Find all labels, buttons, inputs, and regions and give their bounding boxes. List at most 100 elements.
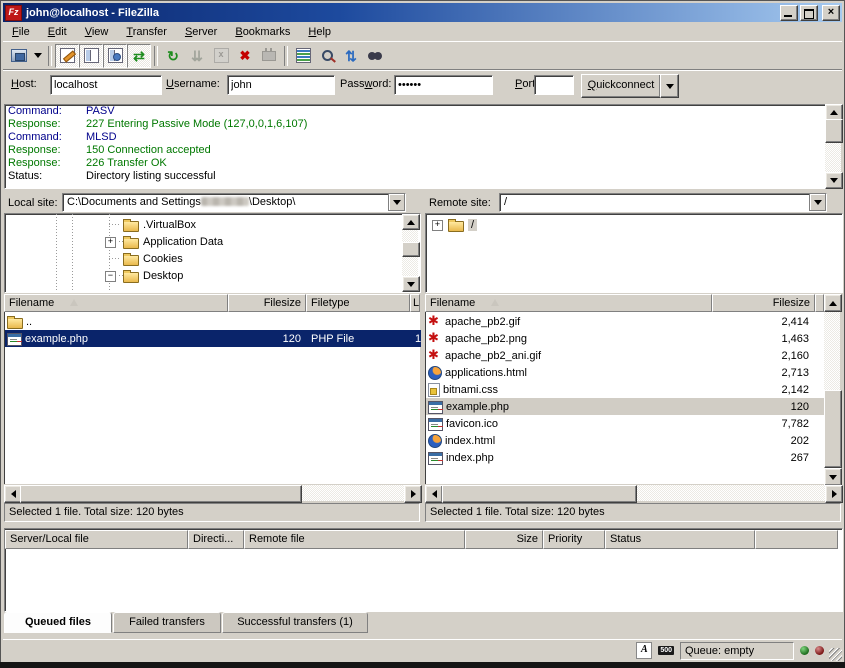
close-button[interactable]: × — [822, 5, 840, 21]
scrollbar-thumb[interactable] — [825, 119, 843, 143]
column-header-blank — [755, 530, 838, 549]
local-tree-view: .VirtualBox + Application Data Cookies −… — [4, 213, 421, 293]
refresh-button[interactable]: ↻ — [161, 44, 185, 68]
tree-item-virtualbox[interactable]: .VirtualBox — [123, 216, 196, 233]
toggle-remote-tree-button[interactable] — [103, 44, 127, 68]
html-file-icon — [428, 366, 442, 380]
file-row[interactable]: index.php267 — [426, 449, 825, 466]
menu-file[interactable]: File — [3, 24, 39, 40]
column-header-server-local-file[interactable]: Server/Local file — [5, 530, 188, 549]
menu-help[interactable]: Help — [299, 24, 340, 40]
tree-expander[interactable]: + — [105, 237, 116, 248]
scrollbar-thumb[interactable] — [20, 485, 302, 503]
scrollbar-thumb[interactable] — [402, 242, 420, 257]
column-header-filesize[interactable]: Filesize — [712, 294, 815, 312]
scroll-right-button[interactable] — [404, 485, 422, 503]
tree-expander[interactable]: − — [105, 271, 116, 282]
file-row[interactable]: applications.html2,713 — [426, 364, 825, 381]
site-manager-button[interactable] — [7, 44, 31, 68]
column-header-filesize[interactable]: Filesize — [228, 294, 306, 312]
scroll-right-button[interactable] — [825, 485, 843, 503]
speed-limits-icon[interactable]: 500 — [658, 646, 674, 655]
tree-item-root[interactable]: / — [448, 216, 477, 233]
directory-comparison-button[interactable] — [291, 44, 315, 68]
process-queue-icon: ⇊ — [191, 49, 203, 63]
scroll-left-button[interactable] — [425, 485, 443, 503]
column-header-filename[interactable]: Filename — [425, 294, 712, 312]
local-hscrollbar[interactable] — [4, 485, 420, 501]
tree-expander[interactable]: + — [432, 220, 443, 231]
file-row[interactable]: index.html202 — [426, 432, 825, 449]
remote-status-text: Selected 1 file. Total size: 120 bytes — [425, 503, 841, 522]
toggle-transfer-queue-button[interactable]: ⇄ — [127, 44, 151, 68]
disconnect-button[interactable]: ✖ — [233, 44, 257, 68]
apache-file-icon — [428, 332, 442, 345]
toggle-local-tree-button[interactable] — [79, 44, 103, 68]
find-files-button[interactable] — [363, 44, 387, 68]
file-row[interactable]: apache_pb2.png1,463 — [426, 330, 825, 347]
file-row-selected[interactable]: example.php120 — [426, 398, 825, 415]
scrollbar-thumb[interactable] — [442, 485, 637, 503]
scroll-up-button[interactable] — [402, 214, 420, 230]
column-header-direction[interactable]: Directi... — [188, 530, 244, 549]
tree-item-cookies[interactable]: Cookies — [123, 250, 183, 267]
tab-failed-transfers[interactable]: Failed transfers — [113, 612, 221, 633]
column-header-filetype[interactable]: Filetype — [306, 294, 410, 312]
cancel-operation-button[interactable]: x — [209, 44, 233, 68]
scroll-down-button[interactable] — [824, 468, 842, 486]
tree-item-application-data[interactable]: Application Data — [123, 233, 223, 250]
column-header-remote-file[interactable]: Remote file — [244, 530, 465, 549]
transfer-queue-icon: ⇄ — [133, 49, 145, 63]
menu-transfer[interactable]: Transfer — [117, 24, 176, 40]
remote-hscrollbar[interactable] — [425, 485, 841, 501]
menu-server[interactable]: Server — [176, 24, 226, 40]
queue-header: Server/Local file Directi... Remote file… — [5, 530, 838, 549]
resize-grip[interactable] — [829, 648, 842, 661]
port-input[interactable] — [534, 75, 574, 95]
host-input[interactable] — [50, 75, 162, 95]
local-site-combobox[interactable]: C:\Documents and Settings\Desktop\ — [62, 193, 406, 212]
filename-filters-button[interactable] — [315, 44, 339, 68]
scroll-down-button[interactable] — [402, 276, 420, 292]
scroll-up-button[interactable] — [824, 294, 842, 312]
file-row[interactable]: favicon.ico7,782 — [426, 415, 825, 432]
remote-vscrollbar[interactable] — [824, 294, 840, 484]
column-header-status[interactable]: Status — [605, 530, 755, 549]
minimize-button[interactable] — [780, 5, 798, 21]
file-row[interactable]: apache_pb2_ani.gif2,160 — [426, 347, 825, 364]
password-input[interactable] — [394, 75, 493, 95]
tab-successful-transfers[interactable]: Successful transfers (1) — [222, 612, 368, 633]
menu-bookmarks[interactable]: Bookmarks — [226, 24, 299, 40]
tab-queued-files[interactable]: Queued files — [4, 612, 112, 633]
process-queue-button[interactable]: ⇊ — [185, 44, 209, 68]
remote-site-dropdown-button[interactable] — [809, 194, 826, 211]
menu-edit[interactable]: Edit — [39, 24, 76, 40]
synchronized-browsing-button[interactable]: ⇅ — [339, 44, 363, 68]
column-header-priority[interactable]: Priority — [543, 530, 605, 549]
tree-item-desktop[interactable]: Desktop — [123, 267, 183, 284]
quickconnect-button[interactable]: Quickconnect — [581, 74, 661, 98]
scrollbar-thumb[interactable] — [824, 390, 842, 468]
remote-file-list: apache_pb2.gif2,414 apache_pb2.png1,463 … — [425, 312, 824, 484]
column-header-size[interactable]: Size — [465, 530, 543, 549]
column-header-filename[interactable]: Filename — [4, 294, 228, 312]
maximize-button[interactable] — [800, 5, 818, 21]
reconnect-button[interactable] — [257, 44, 281, 68]
transfer-type-indicator-icon[interactable]: A — [636, 642, 652, 659]
scroll-down-button[interactable] — [825, 172, 843, 189]
file-row-example-php[interactable]: example.php 120 PHP File 1 — [5, 330, 421, 347]
column-header-lastmodified[interactable]: L — [410, 294, 420, 312]
local-site-dropdown-button[interactable] — [388, 194, 405, 211]
file-row[interactable]: bitnami.css2,142 — [426, 381, 825, 398]
site-manager-dropdown-button[interactable] — [31, 44, 45, 68]
filezilla-window: Fz john@localhost - FileZilla × File Edi… — [0, 0, 845, 668]
remote-site-combobox[interactable]: / — [499, 193, 827, 212]
quickconnect-dropdown-button[interactable] — [660, 74, 679, 98]
log-scrollbar[interactable] — [825, 104, 841, 187]
local-tree-scrollbar[interactable] — [402, 214, 418, 290]
file-row-parent-dir[interactable]: .. — [5, 313, 421, 330]
toggle-message-log-button[interactable] — [55, 44, 79, 68]
username-input[interactable] — [227, 75, 335, 95]
file-row[interactable]: apache_pb2.gif2,414 — [426, 313, 825, 330]
menu-view[interactable]: View — [76, 24, 118, 40]
